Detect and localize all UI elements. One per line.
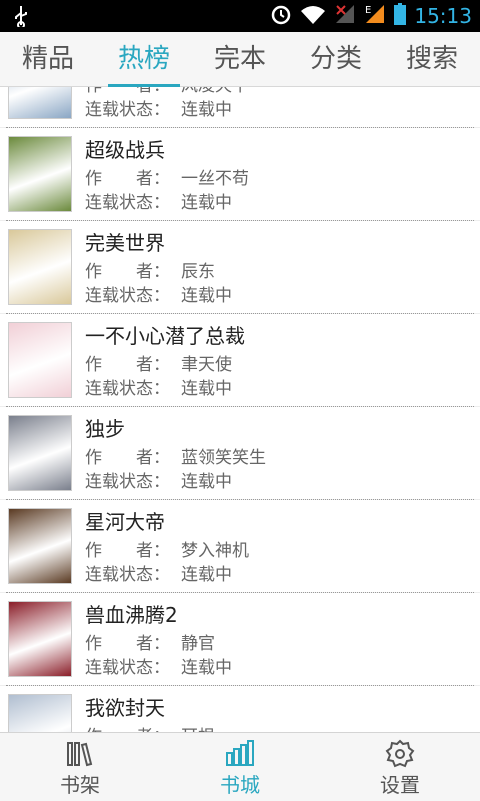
book-status: 连载中	[181, 658, 232, 678]
book-list-item[interactable]: 独步作 者： 蓝领笑笑生 连载状态： 连载中	[0, 407, 480, 500]
book-title: 兽血沸腾2	[85, 603, 178, 627]
book-cover-image	[8, 322, 72, 398]
book-author-row: 作 者：耳根	[85, 722, 215, 732]
alarm-icon	[270, 3, 292, 29]
book-list[interactable]: 作 者：风凌天下连载状态：连载中超级战兵作 者：一丝不苟连载状态：连载中完美世界…	[0, 87, 480, 732]
book-author-row: 作 者： 蓝领笑笑生	[85, 443, 266, 468]
book-author-row: 作 者： 一丝不苟	[85, 164, 249, 189]
book-author: 静官	[181, 634, 215, 654]
bottom-tab-label: 设置	[380, 773, 420, 797]
status-label: 连载状态：	[85, 193, 170, 213]
book-author: 聿天使	[181, 355, 232, 375]
tab-categories[interactable]: 分类	[288, 32, 384, 86]
book-list-item[interactable]: 作 者：风凌天下连载状态：连载中	[0, 87, 480, 128]
status-label: 连载状态：	[85, 658, 170, 678]
book-cover-image	[8, 136, 72, 212]
book-status: 连载中	[181, 472, 232, 492]
book-status: 连载中	[181, 193, 232, 213]
author-label: 作 者：	[85, 448, 170, 468]
book-title: 星河大帝	[85, 510, 165, 534]
book-list-item[interactable]: 兽血沸腾2 作 者： 静官 连载状态： 连载中	[0, 593, 480, 686]
book-status-row: 连载状态： 连载中	[85, 95, 232, 120]
bookstore-icon	[224, 739, 256, 769]
settings-icon	[384, 739, 416, 769]
book-title: 独步	[85, 417, 125, 441]
tab-completed[interactable]: 完本	[192, 32, 288, 86]
signal-e-icon: E	[364, 3, 386, 29]
usb-icon	[14, 5, 28, 32]
book-author: 梦入神机	[181, 541, 249, 561]
author-label: 作 者：	[85, 541, 170, 561]
book-author-row: 作 者： 聿天使	[85, 350, 232, 375]
book-status-row: 连载状态： 连载中	[85, 467, 232, 492]
book-status-row: 连载状态： 连载中	[85, 560, 232, 585]
author-label: 作 者：	[85, 169, 170, 189]
tab-hot-list[interactable]: 热榜	[96, 32, 192, 87]
author-label: 作 者：	[85, 634, 170, 654]
book-list-item[interactable]: 我欲封天作 者：耳根连载状态：连载中	[0, 686, 480, 732]
battery-icon	[394, 3, 407, 29]
book-status-row: 连载状态： 连载中	[85, 281, 232, 306]
book-title: 超级战兵	[85, 138, 165, 162]
book-cover-image	[8, 601, 72, 677]
top-tab-bar: 精品 热榜 完本 分类 搜索	[0, 32, 480, 87]
book-list-item[interactable]: 完美世界作 者： 辰东 连载状态： 连载中	[0, 221, 480, 314]
book-list-item[interactable]: 一不小心潜了总裁作 者： 聿天使 连载状态： 连载中	[0, 314, 480, 407]
book-title: 完美世界	[85, 231, 165, 255]
book-list-item[interactable]: 星河大帝作 者： 梦入神机 连载状态： 连载中	[0, 500, 480, 593]
tab-featured[interactable]: 精品	[0, 32, 96, 86]
book-author: 蓝领笑笑生	[181, 448, 266, 468]
book-author: 辰东	[181, 262, 215, 282]
status-label: 连载状态：	[85, 379, 170, 399]
book-status-row: 连载状态： 连载中	[85, 188, 232, 213]
book-author-row: 作 者： 辰东	[85, 257, 215, 282]
book-cover-image	[8, 415, 72, 491]
book-status-row: 连载状态： 连载中	[85, 374, 232, 399]
svg-text:E: E	[365, 5, 371, 16]
status-label: 连载状态：	[85, 100, 170, 120]
signal-none-icon	[334, 3, 356, 29]
bottom-tab-label: 书城	[220, 773, 260, 797]
book-status: 连载中	[181, 286, 232, 306]
clock-time: 15:13	[414, 4, 472, 28]
bottom-tab-label: 书架	[60, 773, 100, 797]
status-bar: E 15:13	[0, 0, 480, 32]
status-label: 连载状态：	[85, 565, 170, 585]
bookshelf-icon	[64, 739, 96, 769]
book-title: 一不小心潜了总裁	[85, 324, 245, 348]
author-label: 作 者：	[85, 262, 170, 282]
bottom-tab-bookstore[interactable]: 书城	[160, 733, 320, 801]
book-status: 连载中	[181, 379, 232, 399]
tab-search[interactable]: 搜索	[384, 32, 480, 86]
wifi-icon	[300, 3, 326, 29]
book-cover-image	[8, 229, 72, 305]
book-cover-image	[8, 87, 72, 119]
book-status-row: 连载状态： 连载中	[85, 653, 232, 678]
book-list-item[interactable]: 超级战兵作 者： 一丝不苟 连载状态： 连载中	[0, 128, 480, 221]
book-cover-image	[8, 508, 72, 584]
book-status: 连载中	[181, 565, 232, 585]
book-status: 连载中	[181, 100, 232, 120]
bottom-tab-bookshelf[interactable]: 书架	[0, 733, 160, 801]
book-cover-image	[8, 694, 72, 732]
author-label: 作 者：	[85, 355, 170, 375]
book-author: 一丝不苟	[181, 169, 249, 189]
status-label: 连载状态：	[85, 286, 170, 306]
bottom-tab-settings[interactable]: 设置	[320, 733, 480, 801]
bottom-nav: 书架 书城 设置	[0, 732, 480, 801]
book-author-row: 作 者： 梦入神机	[85, 536, 249, 561]
book-title: 我欲封天	[85, 696, 165, 720]
status-label: 连载状态：	[85, 472, 170, 492]
author-label: 作 者：	[85, 722, 181, 732]
book-author-row: 作 者： 静官	[85, 629, 215, 654]
